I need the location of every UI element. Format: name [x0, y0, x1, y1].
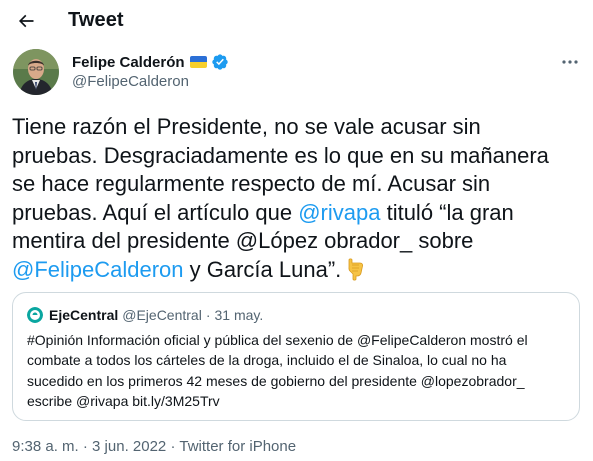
tweet-text-line: mentira del presidente @López obrador_ s… [12, 227, 582, 256]
tweet-text-segment: pruebas. Aquí el artículo que [12, 199, 299, 225]
quoted-text-line: sucedido en los primeros 42 meses de gob… [27, 372, 525, 389]
tweet-text-segment: y García Luna”. [183, 256, 342, 282]
tweet-text: Tiene razón el Presidente, no se vale ac… [12, 113, 582, 285]
quoted-tweet-card[interactable]: EjeCentral @EjeCentral · 31 may. #Opinió… [12, 292, 580, 421]
author-handle[interactable]: @FelipeCalderon [72, 73, 189, 90]
tweet-text-segment: se hace regularmente respecto de mí. Acu… [12, 171, 491, 197]
tweet-text-line: pruebas. Aquí el artículo que @rivapa ti… [12, 199, 582, 228]
quoted-text-line: combate a todos los cárteles de la droga… [27, 352, 507, 369]
author-name[interactable]: Felipe Calderón [72, 54, 185, 71]
quoted-tweet-text: #Opinión Información oficial y pública d… [27, 330, 572, 411]
arrow-left-icon [18, 14, 34, 28]
quoted-author-name: EjeCentral [49, 307, 119, 323]
tweet-source[interactable]: Twitter for iPhone [179, 438, 296, 455]
tweet-date[interactable]: 3 jun. 2022 [92, 438, 166, 455]
quoted-author-handle: @EjeCentral [122, 307, 202, 323]
tweet-metadata: 9:38 a. m. · 3 jun. 2022 · Twitter for i… [12, 438, 296, 455]
author-name-row: Felipe Calderón [72, 52, 229, 72]
page-title: Tweet [68, 9, 124, 31]
tweet-text-segment: Tiene razón el Presidente, no se vale ac… [12, 114, 481, 139]
tweet-text-line: Tiene razón el Presidente, no se vale ac… [12, 113, 582, 142]
tweet-text-segment: pruebas. Desgraciadamente es lo que en s… [12, 142, 549, 168]
author-avatar[interactable] [13, 49, 59, 95]
tweet-text-segment: mentira del presidente @López obrador_ s… [12, 228, 474, 254]
mention-link[interactable]: @FelipeCalderon [12, 257, 184, 282]
tweet-text-line: pruebas. Desgraciadamente es lo que en s… [12, 142, 582, 171]
tweet-text-line: se hace regularmente respecto de mí. Acu… [12, 170, 582, 199]
meta-separator: · [170, 438, 176, 455]
quoted-tweet-header: EjeCentral @EjeCentral · 31 may. [27, 305, 263, 325]
back-button[interactable] [12, 7, 40, 35]
ejecentral-logo-icon [27, 307, 43, 323]
more-dots-icon [562, 60, 578, 64]
tweet-text-segment: tituló “la gran [380, 199, 514, 225]
tweet-text-line: @FelipeCalderon y García Luna”. [12, 256, 582, 285]
quoted-text-line: escribe @rivapa bit.ly/3M25Trv [27, 392, 220, 409]
quoted-date: 31 may. [214, 307, 264, 323]
quoted-text-line: #Opinión Información oficial y pública d… [27, 332, 528, 348]
ukraine-flag-icon [189, 56, 207, 68]
mention-link[interactable]: @rivapa [298, 200, 380, 225]
meta-separator: · [82, 438, 88, 455]
more-options-button[interactable] [557, 52, 583, 72]
top-bar: Tweet [0, 0, 593, 44]
tweet-time[interactable]: 9:38 a. m. [12, 438, 79, 455]
verified-badge-icon [211, 54, 228, 70]
pointing-down-emoji-icon [348, 258, 364, 281]
quoted-separator: · [205, 307, 211, 323]
